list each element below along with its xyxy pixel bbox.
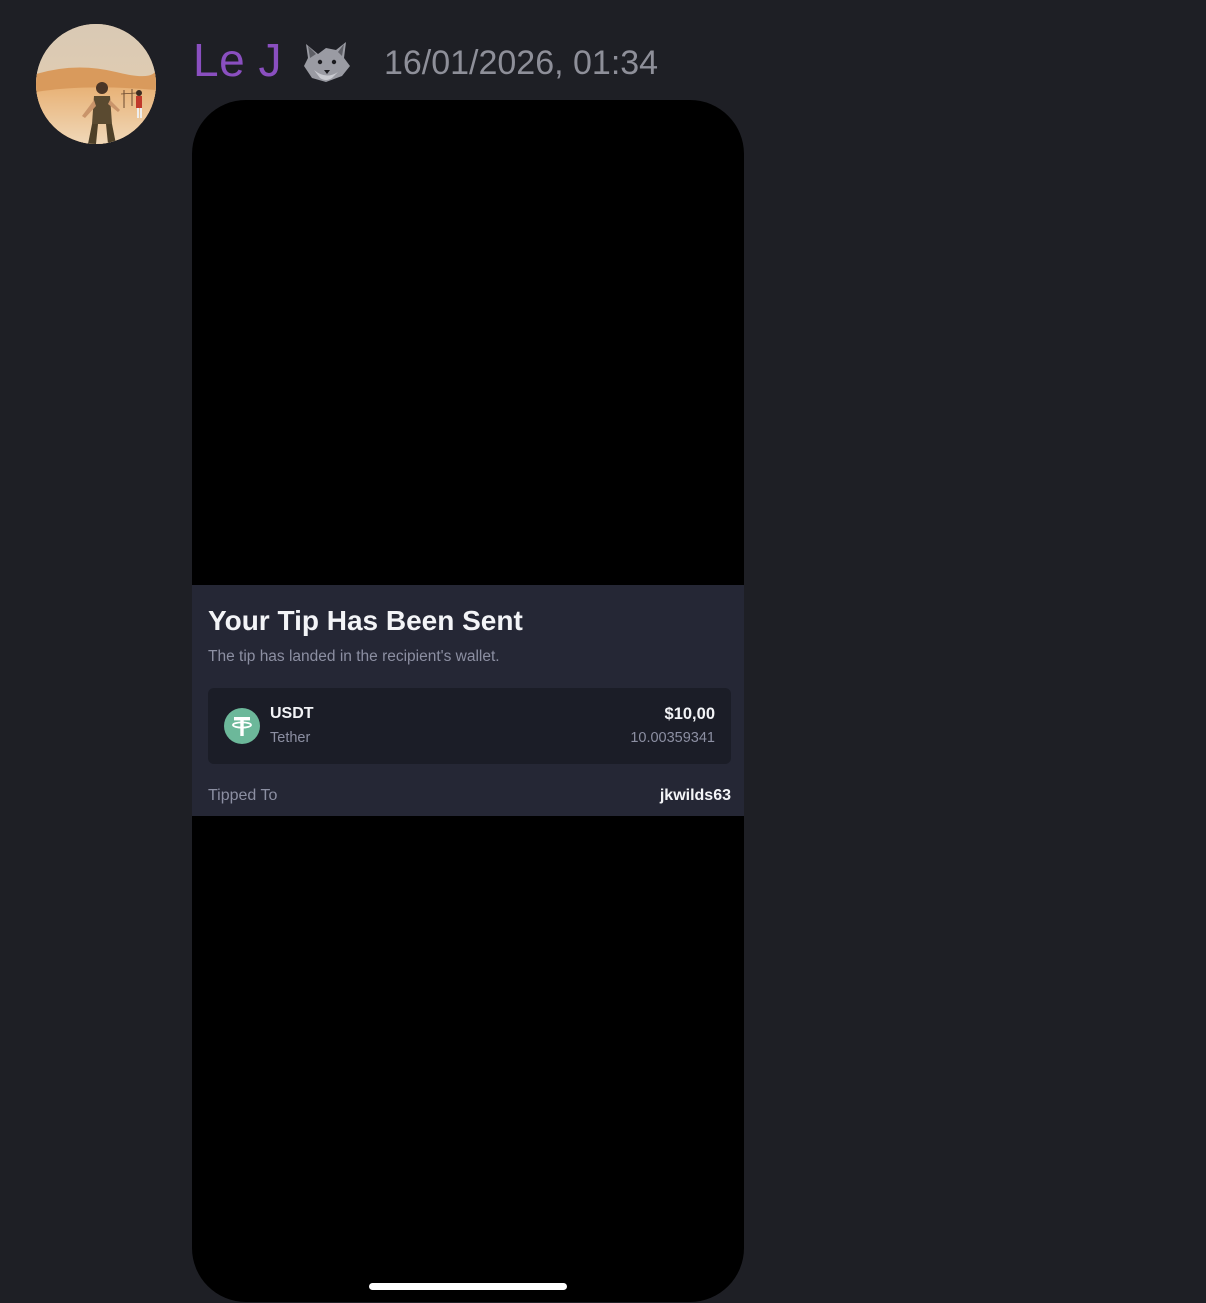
tipped-to-label: Tipped To	[208, 787, 278, 804]
chat-message: Le J 16/01/2026, 01:34 Your Tip Has Been…	[0, 0, 1206, 1303]
coin-symbol: USDT	[270, 705, 314, 722]
tip-title: Your Tip Has Been Sent	[208, 605, 523, 636]
tip-confirmation-card: Your Tip Has Been Sent The tip has lande…	[192, 585, 744, 816]
coin-amount: 10.00359341	[630, 730, 715, 746]
home-indicator	[369, 1283, 567, 1290]
coin-name: Tether	[270, 730, 311, 746]
recipient-username: jkwilds63	[659, 787, 731, 804]
message-timestamp: 16/01/2026, 01:34	[383, 43, 659, 82]
coin-usd-value: $10,00	[664, 705, 715, 723]
image-attachment[interactable]: Your Tip Has Been Sent The tip has lande…	[192, 100, 744, 1302]
wolf-emoji-icon	[296, 30, 356, 90]
tip-subtitle: The tip has landed in the recipient's wa…	[208, 648, 500, 665]
username[interactable]: Le J	[193, 33, 282, 87]
coin-row: USDT Tether $10,00 10.00359341	[208, 688, 731, 764]
avatar-desert-photo	[36, 24, 156, 144]
tether-icon	[224, 708, 260, 744]
user-avatar[interactable]	[36, 24, 156, 144]
message-header: Le J 16/01/2026, 01:34	[193, 28, 658, 92]
